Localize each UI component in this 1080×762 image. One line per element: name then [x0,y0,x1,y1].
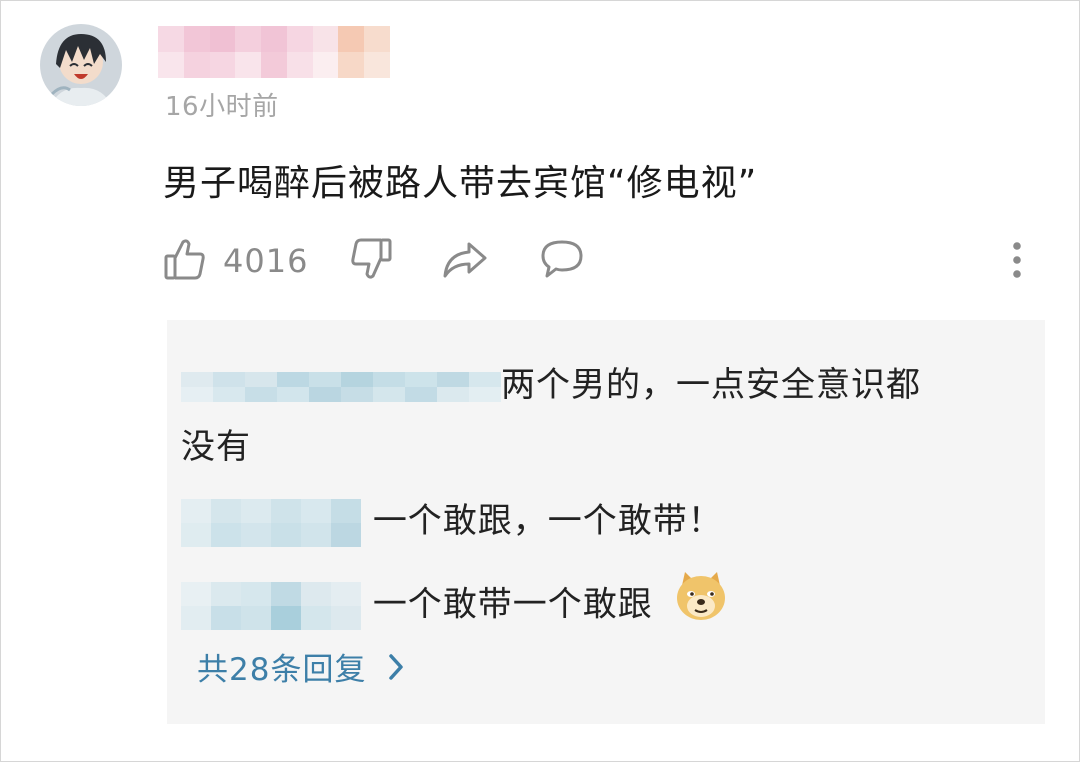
view-more-replies-link[interactable]: 共28条回复 [197,644,404,689]
comment-timestamp: 16小时前 [165,92,279,122]
more-vertical-icon [1009,238,1025,286]
more-options-button[interactable] [1009,238,1025,286]
reply-text: 一个敢跟，一个敢带！ [372,501,723,541]
reply-item[interactable]: 两个男的，一点安全意识都 没有 [181,354,1001,478]
reply-username-mosaic[interactable] [181,498,361,547]
username-mosaic[interactable] [158,26,390,78]
like-count: 4016 [223,242,309,280]
reply-item[interactable]: 一个敢跟，一个敢带！ [181,490,723,552]
comment-button[interactable] [539,236,585,286]
share-icon [441,236,489,286]
thumbs-up-icon [163,236,207,286]
thumbs-down-icon [349,236,393,286]
reply-username-mosaic[interactable] [181,582,361,630]
chevron-right-icon [388,653,404,681]
reply-text: 一个敢带一个敢跟 [372,584,653,625]
reply-text: 两个男的，一点安全意识都 [501,365,921,405]
comment-action-bar: 4016 [163,236,1043,286]
reply-item[interactable]: 一个敢带一个敢跟 [181,568,729,644]
like-button[interactable]: 4016 [163,236,308,286]
doge-emoji-icon [673,568,729,644]
share-button[interactable] [441,236,489,286]
more-replies-label: 共28条回复 [197,652,367,688]
dislike-button[interactable] [349,236,393,286]
comment-bubble-icon [539,236,585,286]
comment-text: 男子喝醉后被路人带去宾馆“修电视” [163,163,758,204]
replies-panel: 两个男的，一点安全意识都 没有 一个敢跟，一个敢带！ 一个敢带一个敢跟 共28条… [167,320,1045,724]
avatar[interactable] [40,24,122,106]
reply-username-mosaic[interactable] [181,371,501,402]
reply-text-continued: 没有 [181,427,251,467]
